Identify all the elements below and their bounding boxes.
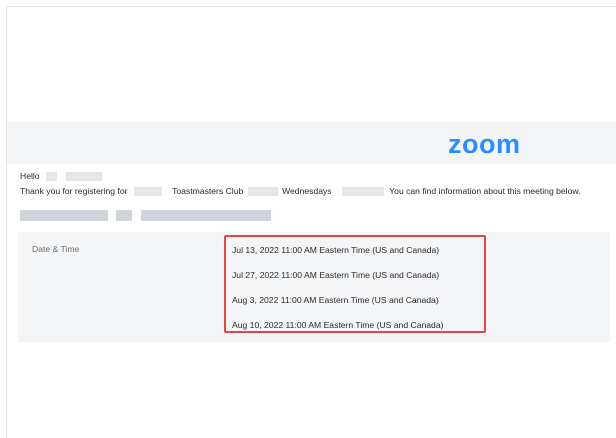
redacted-text bbox=[133, 187, 162, 197]
greeting-line: Hello bbox=[20, 171, 103, 182]
redacted-name bbox=[66, 172, 103, 182]
registration-line: Thank you for registering for Toastmaste… bbox=[20, 186, 581, 197]
zoom-logo: zoom bbox=[448, 129, 521, 159]
greeting-text: Hello bbox=[20, 171, 40, 181]
redacted-text bbox=[140, 210, 271, 222]
redacted-text bbox=[116, 210, 133, 222]
email-frame: zoom Hello Thank you for registering for… bbox=[6, 6, 616, 438]
thanks-text: Thank you for registering for bbox=[20, 186, 128, 196]
redacted-text bbox=[20, 210, 108, 222]
occurrence-item: Aug 10, 2022 11:00 AM Eastern Time (US a… bbox=[232, 320, 444, 330]
date-time-highlight: Jul 13, 2022 11:00 AM Eastern Time (US a… bbox=[224, 235, 486, 333]
redacted-text bbox=[247, 187, 278, 197]
redacted-name bbox=[45, 172, 57, 182]
info-text: You can find information about this meet… bbox=[389, 186, 581, 196]
occurrence-item: Jul 27, 2022 11:00 AM Eastern Time (US a… bbox=[232, 270, 440, 280]
meeting-details: Date & Time Jul 13, 2022 11:00 AM Easter… bbox=[18, 232, 610, 342]
day-text: Wednesdays bbox=[282, 186, 332, 196]
occurrence-item: Jul 13, 2022 11:00 AM Eastern Time (US a… bbox=[232, 245, 440, 255]
redacted-heading bbox=[20, 210, 271, 222]
occurrence-item: Aug 3, 2022 11:00 AM Eastern Time (US an… bbox=[232, 295, 439, 305]
date-time-label: Date & Time bbox=[32, 244, 80, 254]
email-header: zoom bbox=[7, 122, 616, 164]
redacted-text bbox=[341, 187, 384, 197]
club-text: Toastmasters Club bbox=[172, 186, 244, 196]
